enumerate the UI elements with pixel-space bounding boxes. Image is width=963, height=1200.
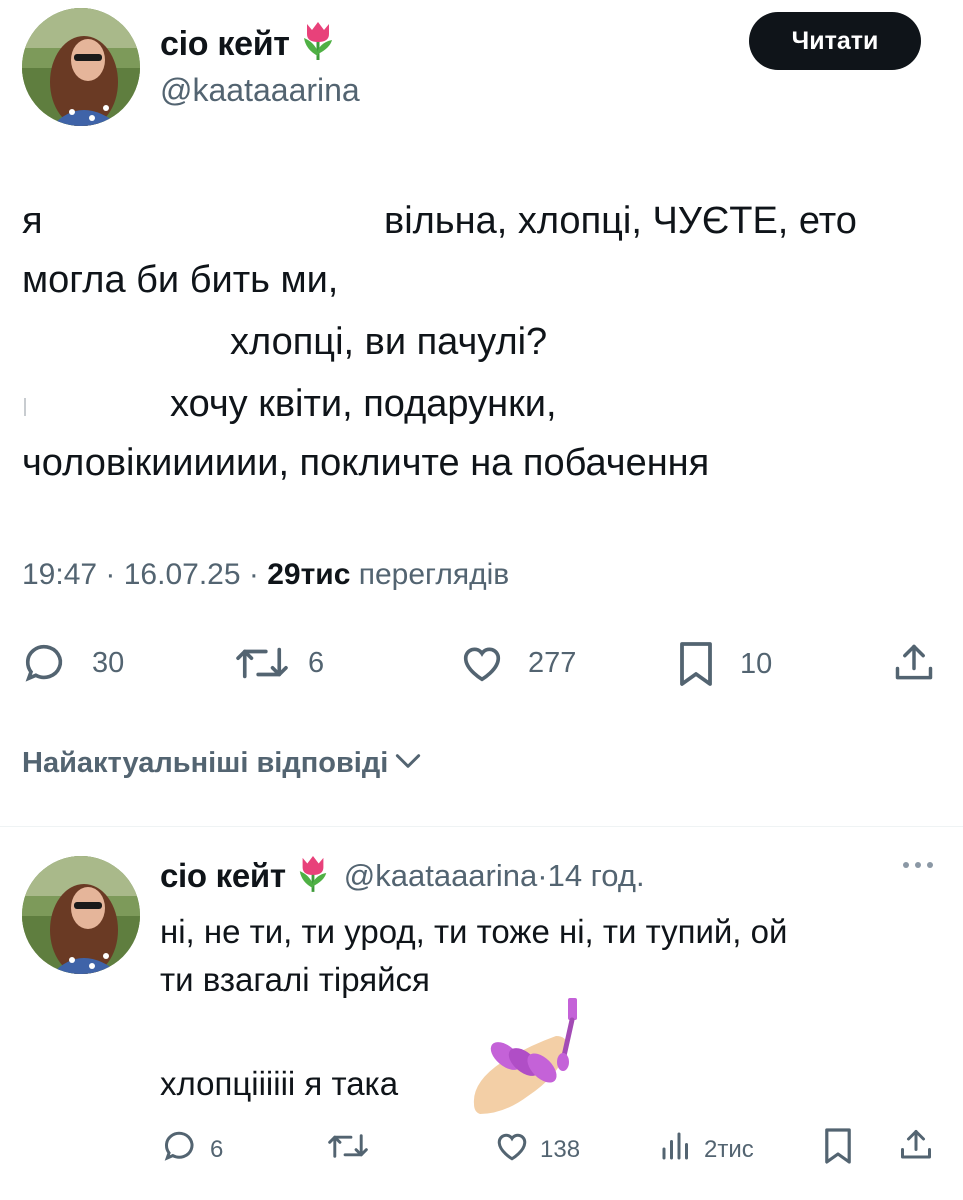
reply-action[interactable]: 30 [22,640,124,686]
reply-like-action[interactable]: 138 [494,1128,580,1171]
reply-text-line: ні, не ти, ти урод, ти тоже ні, ти тупий… [160,913,788,950]
heart-icon [458,640,506,686]
replies-sort-label: Найактуальніші відповіді [22,747,389,779]
repost-icon [326,1128,370,1171]
tulip-icon [296,854,330,897]
comment-icon [162,1128,198,1171]
reply-author-avatar[interactable] [22,856,140,974]
bookmark-count: 10 [740,647,773,680]
reply-header: сіо кейт @kaataaarina · 14 год. [160,854,645,897]
tweet-text-line: хлопці, ви пачулі? [230,321,548,363]
chevron-down-icon [392,747,424,780]
reply-text-line: хлопціііііі я така [160,1065,399,1102]
bookmark-action[interactable]: 10 [676,640,772,688]
author-handle[interactable]: @kaataaarina [160,72,360,109]
reply-share-action[interactable] [898,1126,934,1171]
reply-time[interactable]: 14 год. [548,858,645,894]
follow-button[interactable]: Читати [749,12,921,70]
comment-icon [22,640,68,686]
reply-bookmark-action[interactable] [822,1126,854,1173]
bookmark-icon [822,1126,854,1173]
author-avatar[interactable] [22,8,140,126]
tweet-time[interactable]: 19:47 [22,558,97,591]
tweet-text-line: чоловікииииии, покличте на побачення [22,442,710,484]
share-action[interactable] [892,640,936,686]
share-icon [898,1126,934,1171]
reply-author-name[interactable]: сіо кейт [160,857,286,895]
author-name[interactable]: сіо кейт [160,25,290,64]
reply-reply-count: 6 [210,1135,224,1163]
meta-separator: · [537,857,548,893]
analytics-icon [658,1128,694,1171]
repost-action[interactable]: 6 [232,640,324,686]
repost-count: 6 [308,646,325,679]
reply-views-action[interactable]: 2тис [658,1128,754,1171]
like-action[interactable]: 277 [458,640,576,686]
reply-count: 30 [92,646,125,679]
tweet-text-line: вільна, хлопці, ЧУЄТЕ, ето [384,200,857,242]
repost-icon [232,640,292,686]
bookmark-icon [676,640,716,688]
meta-separator: · [105,558,124,591]
share-icon [892,640,936,686]
views-count[interactable]: 29тис [267,558,350,591]
tweet-text-line: я [22,200,43,242]
tweet-text-line: хочу квіти, подарунки, [170,383,557,425]
reply-reply-action[interactable]: 6 [162,1128,223,1171]
tweet-text-line: могла би бить ми, [22,259,339,301]
meta-separator: · [248,558,268,591]
reply-repost-action[interactable] [326,1128,380,1171]
reply-like-count: 138 [540,1135,581,1163]
text-cursor-mark [24,398,26,416]
author-name-row[interactable]: сіо кейт [160,20,336,69]
tweet-date[interactable]: 16.07.25 [124,558,241,591]
replies-sort-dropdown[interactable]: Найактуальніші відповіді [22,747,424,780]
reply-text-line: ти взагалі тіряйся [160,961,430,998]
more-options-icon[interactable] [900,858,936,877]
like-count: 277 [528,646,577,679]
reply-author-handle[interactable]: @kaataaarina [344,858,537,894]
tulip-icon [300,20,336,69]
nail-polish-icon [468,996,578,1121]
views-label: переглядів [358,558,510,591]
divider [0,826,963,827]
heart-icon [494,1128,530,1171]
reply-views-count: 2тис [704,1135,754,1163]
tweet-meta: 19:47 · 16.07.25 · 29тис переглядів [22,558,509,592]
